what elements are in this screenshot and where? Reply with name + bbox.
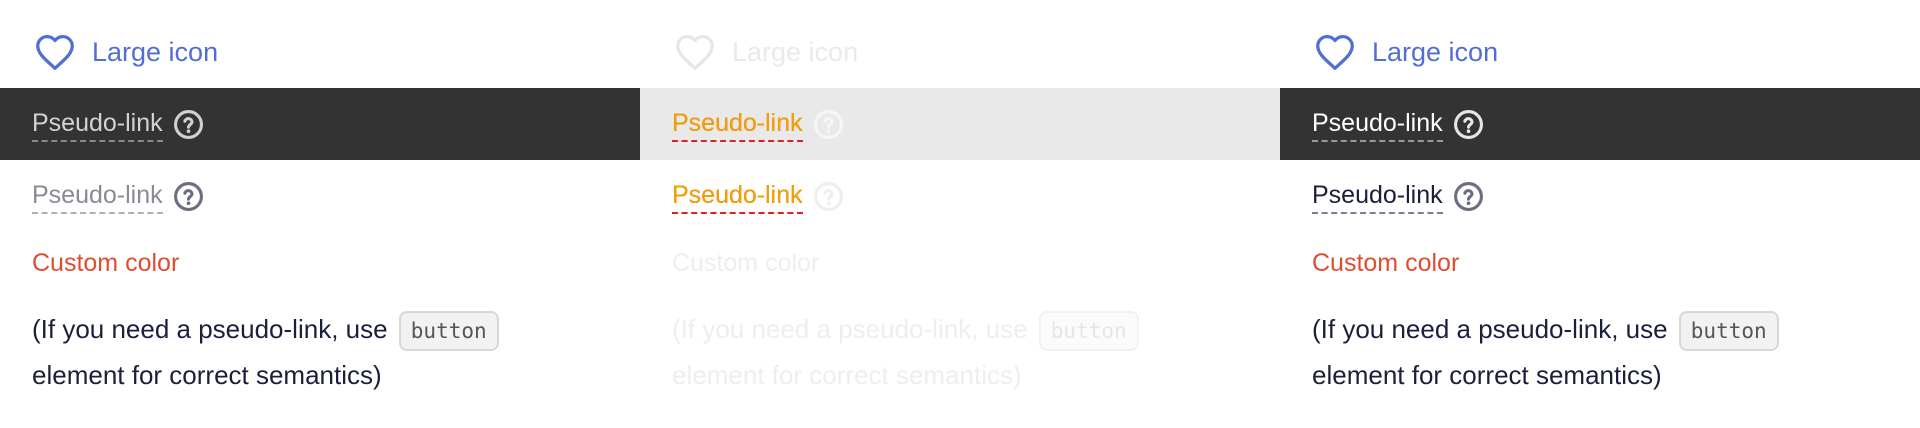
demo-panels: Large icon Pseudo-link Pseudo-link Custo…	[0, 0, 1920, 428]
semantics-note: (If you need a pseudo-link, use button e…	[32, 306, 622, 398]
large-icon-label: Large icon	[1372, 36, 1499, 67]
large-icon-label: Large icon	[732, 36, 859, 67]
code-snippet: button	[1678, 311, 1779, 352]
custom-color-link[interactable]: Custom color	[672, 249, 819, 278]
note-text-before: (If you need a pseudo-link, use	[672, 314, 1035, 344]
question-circle-icon[interactable]	[1453, 109, 1484, 140]
custom-color-row: Custom color	[1280, 238, 1920, 288]
large-icon-link[interactable]: Large icon	[640, 27, 1280, 77]
note-row: (If you need a pseudo-link, use button e…	[1280, 306, 1920, 416]
note-text-after: element for correct semantics)	[672, 360, 1022, 390]
pseudo-link-light[interactable]: Pseudo-link	[672, 178, 803, 214]
semantics-note: (If you need a pseudo-link, use button e…	[672, 306, 1262, 398]
code-snippet: button	[398, 311, 499, 352]
light-row: Pseudo-link	[0, 160, 640, 232]
panel-default: Large icon Pseudo-link Pseudo-link Custo…	[0, 0, 640, 428]
light-row: Pseudo-link	[1280, 160, 1920, 232]
question-circle-icon[interactable]	[1453, 181, 1484, 212]
pseudo-link-dark[interactable]: Pseudo-link	[1312, 106, 1443, 142]
large-icon-link[interactable]: Large icon	[0, 27, 640, 77]
note-text-after: element for correct semantics)	[32, 360, 382, 390]
note-text-before: (If you need a pseudo-link, use	[1312, 314, 1675, 344]
custom-color-row: Custom color	[640, 238, 1280, 288]
heart-icon	[32, 29, 78, 75]
question-circle-icon[interactable]	[813, 181, 844, 212]
question-circle-icon[interactable]	[173, 109, 204, 140]
code-snippet: button	[1038, 311, 1139, 352]
large-icon-label: Large icon	[92, 36, 219, 67]
heart-icon	[1312, 29, 1358, 75]
pseudo-link-light[interactable]: Pseudo-link	[32, 178, 163, 214]
dark-row: Pseudo-link	[640, 88, 1280, 160]
dark-row: Pseudo-link	[1280, 88, 1920, 160]
light-row: Pseudo-link	[640, 160, 1280, 232]
note-row: (If you need a pseudo-link, use button e…	[0, 306, 640, 416]
semantics-note: (If you need a pseudo-link, use button e…	[1312, 306, 1902, 398]
panel-hover: Large icon Pseudo-link Pseudo-link Custo…	[640, 0, 1280, 428]
large-icon-link[interactable]: Large icon	[1280, 27, 1920, 77]
question-circle-icon[interactable]	[813, 109, 844, 140]
question-circle-icon[interactable]	[173, 181, 204, 212]
note-text-after: element for correct semantics)	[1312, 360, 1662, 390]
dark-row: Pseudo-link	[0, 88, 640, 160]
pseudo-link-dark[interactable]: Pseudo-link	[32, 106, 163, 142]
pseudo-link-light[interactable]: Pseudo-link	[1312, 178, 1443, 214]
custom-color-link[interactable]: Custom color	[1312, 249, 1459, 278]
heart-icon	[672, 29, 718, 75]
note-text-before: (If you need a pseudo-link, use	[32, 314, 395, 344]
custom-color-link[interactable]: Custom color	[32, 249, 179, 278]
custom-color-row: Custom color	[0, 238, 640, 288]
panel-active: Large icon Pseudo-link Pseudo-link Custo…	[1280, 0, 1920, 428]
note-row: (If you need a pseudo-link, use button e…	[640, 306, 1280, 416]
pseudo-link-dark[interactable]: Pseudo-link	[672, 106, 803, 142]
